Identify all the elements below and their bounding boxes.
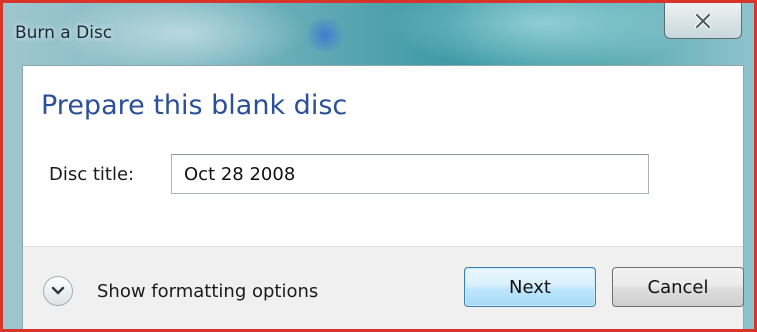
background-blur-icon — [303, 19, 347, 51]
burn-disc-window: Burn a Disc Prepare this blank disc Disc… — [0, 0, 757, 332]
page-title: Prepare this blank disc — [41, 90, 348, 121]
title-bar[interactable]: Burn a Disc — [3, 3, 754, 65]
show-formatting-options-label: Show formatting options — [97, 280, 319, 302]
disc-title-input[interactable] — [171, 154, 649, 194]
dialog-content: Prepare this blank disc Disc title: Show… — [22, 65, 744, 329]
close-icon — [695, 13, 711, 28]
chevron-down-icon — [43, 276, 73, 306]
close-button[interactable] — [664, 3, 742, 39]
cancel-button[interactable]: Cancel — [612, 267, 744, 307]
window-title: Burn a Disc — [15, 23, 113, 43]
disc-title-label: Disc title: — [49, 164, 135, 185]
dialog-footer: Show formatting options Next Cancel — [23, 246, 744, 329]
show-formatting-options-toggle[interactable]: Show formatting options — [43, 273, 318, 309]
next-button[interactable]: Next — [464, 267, 596, 307]
